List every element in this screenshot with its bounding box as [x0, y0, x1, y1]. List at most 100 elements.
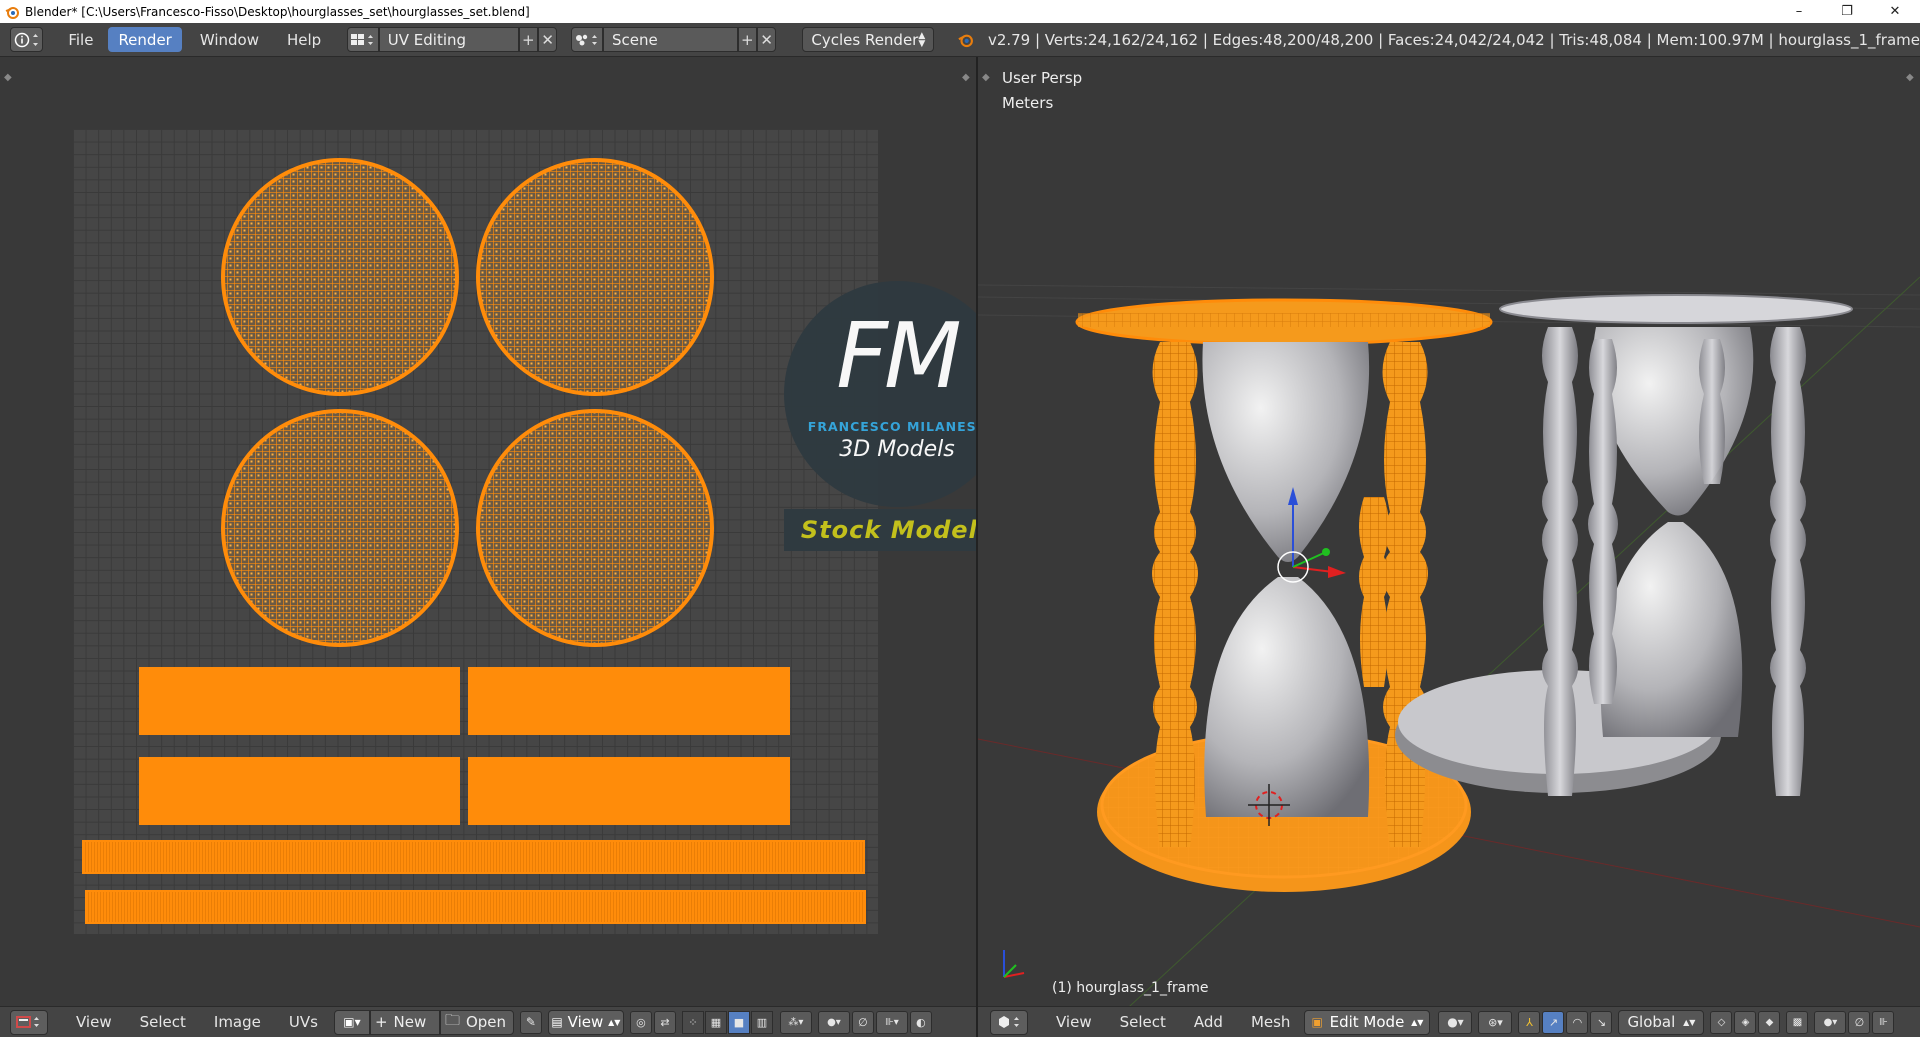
layer-button-1[interactable]: ◇ [1710, 1010, 1733, 1034]
manipulator-toggle[interactable]: ⅄ [1518, 1010, 1541, 1034]
edge-select-mode-button[interactable]: ▦ [704, 1010, 727, 1034]
viewport-shading-select[interactable]: ●▾ [1438, 1010, 1473, 1034]
pin-image-button[interactable]: ✎ [519, 1010, 542, 1034]
minimize-button[interactable]: – [1776, 0, 1822, 23]
scene-browse-button[interactable] [571, 27, 603, 52]
uv-island-strip[interactable] [139, 667, 460, 735]
sticky-select-select[interactable]: ⁂▾ [779, 1010, 812, 1034]
snap-toggle-button[interactable]: ∅ [851, 1010, 874, 1034]
sticky-select-icon: ⁂▾ [788, 1016, 804, 1028]
pivot-icon: ◎ [636, 1015, 646, 1029]
uv-island-strip[interactable] [468, 667, 790, 735]
snap-element-select[interactable]: ⊪ [1872, 1010, 1895, 1034]
uv-island-disc[interactable] [221, 158, 459, 396]
menu-window[interactable]: Window [190, 27, 269, 52]
scale-icon: ↘ [1596, 1015, 1607, 1029]
3d-menu-mesh[interactable]: Mesh [1241, 1010, 1301, 1035]
plus-icon: + [374, 1013, 388, 1031]
sync-icon: ⇄ [660, 1015, 670, 1029]
folder-icon: 🗀 [444, 1010, 460, 1029]
uv-island-disc[interactable] [476, 409, 714, 647]
open-image-button[interactable]: 🗀 Open [439, 1009, 514, 1035]
screen-layout-browse-button[interactable] [347, 27, 379, 52]
editor-type-3d-button[interactable] [990, 1009, 1028, 1035]
add-layout-button[interactable]: + [518, 27, 538, 52]
uv-sync-button[interactable]: ⇄ [653, 1010, 676, 1034]
3d-menu-add[interactable]: Add [1184, 1010, 1233, 1035]
uv-island-strip[interactable] [468, 757, 790, 825]
menu-help[interactable]: Help [277, 27, 331, 52]
editor-type-uv-button[interactable] [10, 1009, 48, 1035]
translate-icon: ↗ [1548, 1015, 1559, 1029]
uv-menu-view[interactable]: View [66, 1010, 122, 1035]
window-title: Blender* [C:\Users\Francesco-Fisso\Deskt… [25, 4, 530, 19]
uv-image-editor[interactable]: ◆ ◆ FM FRANCESCO MILANESE 3D Models Stoc… [0, 57, 1010, 1006]
uv-menu-image[interactable]: Image [204, 1010, 271, 1035]
uv-island-strip-dense[interactable] [82, 840, 865, 874]
proportional-edit-select[interactable]: ●▾ [1814, 1010, 1847, 1034]
vertex-select-icon: ◇ [1717, 1016, 1726, 1028]
view-axis-indicator [1003, 950, 1025, 978]
interaction-mode-label: Edit Mode [1329, 1013, 1405, 1031]
delete-scene-button[interactable]: ✕ [756, 27, 777, 52]
hourglass-2[interactable] [1395, 294, 1853, 796]
face-select-mode-button[interactable]: ■ [727, 1010, 750, 1034]
image-icon: ▣▾ [343, 1015, 361, 1029]
3d-menu-select[interactable]: Select [1110, 1010, 1176, 1035]
uv-menu-uvs[interactable]: UVs [279, 1010, 328, 1035]
uv-island-disc[interactable] [221, 409, 459, 647]
3d-viewport[interactable]: ◆ ◆ User Persp Meters (1) hourglass_1_fr… [978, 57, 1920, 1006]
uv-grid-canvas[interactable] [73, 129, 878, 934]
rotate-manipulator-button[interactable]: ◠ [1566, 1010, 1589, 1034]
viewport-scene [978, 276, 1920, 1006]
menu-render[interactable]: Render [108, 27, 182, 52]
active-object-label: (1) hourglass_1_frame [1052, 980, 1209, 996]
pivot-point-select[interactable]: ⊛▾ [1478, 1010, 1513, 1034]
render-engine-select[interactable]: Cycles Render ▲ ▼ [802, 27, 935, 52]
proportional-edit-select[interactable]: ●▾ [817, 1010, 850, 1034]
add-scene-button[interactable]: + [737, 27, 757, 52]
plus-icon: + [740, 30, 754, 49]
plus-icon: + [522, 30, 535, 49]
translate-manipulator-button[interactable]: ↗ [1542, 1010, 1565, 1034]
new-image-button[interactable]: + New [369, 1009, 440, 1035]
uv-view-mode-select[interactable]: ▤ View ▲▼ [547, 1009, 624, 1035]
hourglass-1-frame-selected[interactable] [1075, 298, 1493, 892]
snap-element-icon: ⊪▾ [885, 1016, 899, 1028]
info-icon [14, 32, 38, 47]
menu-file[interactable]: File [58, 27, 103, 52]
editor-type-info-button[interactable] [10, 27, 44, 52]
snap-toggle-button[interactable]: ∅ [1848, 1010, 1871, 1034]
transform-orientation-select[interactable]: Global ▲▼ [1618, 1009, 1705, 1035]
uv-menu-select[interactable]: Select [130, 1010, 196, 1035]
active-channel-select[interactable]: ◐ [909, 1010, 932, 1034]
uv-island-strip[interactable] [139, 757, 460, 825]
interaction-mode-select[interactable]: ▣ Edit Mode ▲▼ [1304, 1009, 1431, 1035]
image-browse-button[interactable]: ▣▾ [333, 1009, 370, 1035]
close-window-button[interactable]: ✕ [1872, 0, 1918, 23]
snap-element-select[interactable]: ⊪▾ [875, 1010, 908, 1034]
uv-island-strip-dense[interactable] [85, 890, 866, 924]
scale-manipulator-button[interactable]: ↘ [1590, 1010, 1613, 1034]
vertex-select-icon: ⁘ [688, 1015, 698, 1029]
pivot-select[interactable]: ◎ [629, 1010, 652, 1034]
solid-shading-icon: ●▾ [1447, 1015, 1464, 1029]
layer-button-3[interactable]: ◆ [1758, 1010, 1781, 1034]
scene-field[interactable]: Scene [602, 27, 738, 52]
vertex-select-mode-button[interactable]: ⁘ [681, 1010, 704, 1034]
maximize-button[interactable]: ❐ [1824, 0, 1870, 23]
layer-button-2[interactable]: ◈ [1734, 1010, 1757, 1034]
view-icon: ▤ [551, 1015, 563, 1029]
delete-layout-button[interactable]: ✕ [538, 27, 558, 52]
area-corner-handle[interactable]: ◆ [962, 72, 972, 83]
3d-menu-view[interactable]: View [1046, 1010, 1102, 1035]
3d-view-icon [999, 1016, 1019, 1028]
scene-statistics: v2.79 | Verts:24,162/24,162 | Edges:48,2… [987, 30, 1920, 49]
edge-select-icon: ◈ [1741, 1016, 1750, 1028]
area-corner-handle[interactable]: ◆ [4, 72, 14, 83]
island-select-mode-button[interactable]: ▥ [750, 1010, 773, 1034]
open-image-label: Open [465, 1013, 507, 1031]
screen-layout-field[interactable]: UV Editing [378, 27, 519, 52]
uv-island-disc[interactable] [476, 158, 714, 396]
limit-selection-button[interactable]: ▩ [1786, 1010, 1809, 1034]
